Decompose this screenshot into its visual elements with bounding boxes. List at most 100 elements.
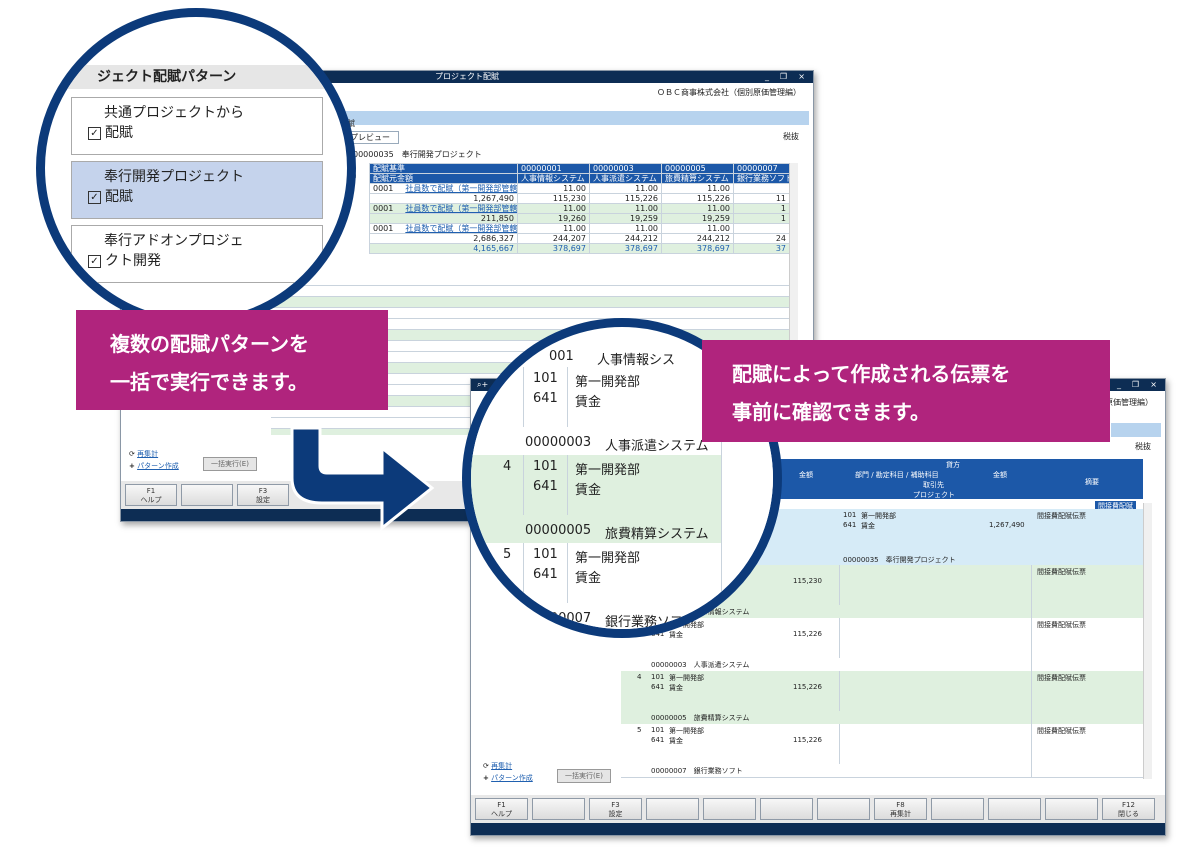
ratio-cell: 11.00	[661, 183, 734, 194]
window-title: プロジェクト配賦	[435, 72, 499, 81]
function-key[interactable]	[703, 798, 756, 820]
column-divider	[567, 455, 568, 515]
function-key[interactable]	[760, 798, 813, 820]
magnified-block: 4 101 第一開発部 641 賃金 00000005 旅費精算システム	[471, 455, 773, 544]
function-key[interactable]: F8 再集計	[874, 798, 927, 820]
function-key[interactable]: F3 設定	[589, 798, 642, 820]
magnified-row-number: 4	[503, 459, 512, 474]
magnified-project-code: 00000005	[525, 523, 592, 538]
row-number: 5	[637, 726, 642, 734]
callout-line: 事前に確認できます。	[732, 400, 930, 424]
magnified-dept-name: 第一開発部	[575, 375, 641, 390]
minimize-icon[interactable]: _	[1117, 379, 1121, 391]
amount-cell: 11	[733, 193, 790, 204]
pattern-panel-title: ジェクト配賦パターン	[45, 65, 347, 89]
pattern-item-label: 奉行開発プロジェクト	[104, 169, 244, 185]
refresh-icon: ⟳	[483, 762, 489, 770]
magnified-account-name: 賃金	[575, 571, 602, 586]
summary-text: 間接費配賦伝票	[1037, 727, 1086, 735]
fkey-f2[interactable]	[181, 484, 233, 506]
tax-label: 税抜	[783, 132, 799, 141]
section-header	[1111, 423, 1161, 437]
pattern-item-label: クト開発	[105, 253, 161, 269]
scrollbar[interactable]	[1143, 503, 1152, 779]
function-key[interactable]	[817, 798, 870, 820]
restore-icon[interactable]: ❐	[780, 71, 787, 83]
dept-name: 第一開発部	[861, 512, 896, 520]
project-text: 00000007 銀行業務ソフト	[651, 767, 743, 775]
function-key[interactable]: F1 ヘルプ	[475, 798, 528, 820]
magnified-dept-code: 101	[533, 371, 558, 386]
project-line: 00000035 奉行開発プロジェクト	[353, 150, 482, 159]
arrow-icon	[290, 428, 435, 532]
account-name: 賃金	[669, 631, 683, 639]
function-key[interactable]	[1045, 798, 1098, 820]
magnified-project-name: 人事派遣システム	[605, 439, 709, 454]
pattern-item[interactable]: 共通プロジェクトから ✓ 配賦	[71, 97, 323, 155]
function-key[interactable]	[931, 798, 984, 820]
checkbox[interactable]: ✓	[88, 126, 101, 140]
project-text: 00000035 奉行開発プロジェクト	[843, 556, 956, 564]
amount-cell: 244,207	[517, 233, 590, 244]
minimize-icon[interactable]: _	[765, 71, 769, 83]
column-divider	[1031, 671, 1032, 724]
fkey-label: 再集計	[890, 810, 911, 818]
pattern-item-row: ✓ クト開発	[88, 250, 161, 270]
basis-cell[interactable]: 0001 社員数で配賦（第一開発部管轄）	[369, 183, 518, 194]
account-name: 賃金	[669, 684, 683, 692]
total-cell: 378,697	[661, 243, 734, 254]
pattern-item[interactable]: 奉行アドオンプロジェ ✓ クト開発	[71, 225, 323, 283]
total-cell: 37	[733, 243, 790, 254]
fkey-code: F3	[611, 801, 620, 809]
column-divider	[567, 543, 568, 603]
function-key[interactable]	[646, 798, 699, 820]
pattern-item-row: ✓ 配賦	[88, 122, 133, 142]
column-divider	[839, 671, 840, 711]
column-divider	[523, 543, 524, 603]
zoom-circle-patterns: ジェクト配賦パターン 共通プロジェクトから ✓ 配賦 奉行開発プロジェクト ✓ 配賦 奉行ア…	[36, 8, 356, 328]
fkey-f1[interactable]: F1 ヘルプ	[125, 484, 177, 506]
fkey-code: F1	[146, 487, 156, 495]
function-key[interactable]	[988, 798, 1041, 820]
amount-header: 金額	[993, 471, 1007, 479]
batch-execute-button[interactable]: 一括実行(E)	[557, 769, 611, 783]
checkbox[interactable]: ✓	[88, 190, 101, 204]
basis-cell[interactable]: 0001 社員数で配賦（第一開発部管轄）	[369, 223, 518, 234]
pattern-link[interactable]: + パターン作成	[483, 773, 533, 783]
function-key[interactable]: F12 閉じる	[1102, 798, 1155, 820]
pattern-link[interactable]: + パターン作成	[129, 461, 179, 471]
summary-header: 摘要	[1085, 478, 1099, 486]
column-divider	[721, 543, 722, 629]
ratio-cell: 11.00	[661, 203, 734, 214]
debit-amount-header: 金額	[799, 471, 813, 479]
magnified-name: 人事情報シス	[597, 353, 676, 368]
basis-cell[interactable]: 0001 社員数で配賦（第一開発部管轄）	[369, 203, 518, 214]
pattern-label: パターン作成	[491, 774, 533, 782]
magnified-block: 5 101 第一開発部 641 賃金 00000007 銀行業務ソフト	[471, 543, 773, 629]
magnified-project-code: 00000007	[525, 611, 592, 626]
tax-label: 税抜	[1135, 442, 1151, 451]
batch-execute-button[interactable]: 一括実行(E)	[203, 457, 257, 471]
checkbox[interactable]: ✓	[88, 254, 101, 268]
magnified-code: 001	[549, 349, 574, 364]
partner-header: 取引先	[923, 481, 944, 489]
amount-cell: 244,212	[589, 233, 662, 244]
basis-link[interactable]: 社員数で配賦（第一開発部管轄）	[405, 185, 516, 193]
close-icon[interactable]: ×	[1150, 379, 1157, 391]
fkey-code: F12	[1122, 801, 1135, 809]
recalc-label: 再集計	[137, 450, 159, 458]
fkey-code: F1	[497, 801, 506, 809]
debit-amount: 115,226	[793, 630, 822, 638]
allocation-row: 2,686,327 244,207 244,212 244,212 24	[369, 233, 790, 244]
column-divider	[839, 565, 840, 605]
close-icon[interactable]: ×	[798, 71, 805, 83]
recalc-link[interactable]: ⟳ 再集計	[129, 449, 158, 459]
recalc-link[interactable]: ⟳ 再集計	[483, 761, 512, 771]
restore-icon[interactable]: ❐	[1132, 379, 1139, 391]
basis-link[interactable]: 社員数で配賦（第一開発部管轄）	[405, 225, 516, 233]
basis-link[interactable]: 社員数で配賦（第一開発部管轄）	[405, 205, 516, 213]
allocation-row: 1,267,490 115,230 115,226 115,226 11	[369, 193, 790, 204]
callout-line: 配賦によって作成される伝票を	[732, 362, 1011, 386]
function-key[interactable]	[532, 798, 585, 820]
pattern-item[interactable]: 奉行開発プロジェクト ✓ 配賦	[71, 161, 323, 219]
